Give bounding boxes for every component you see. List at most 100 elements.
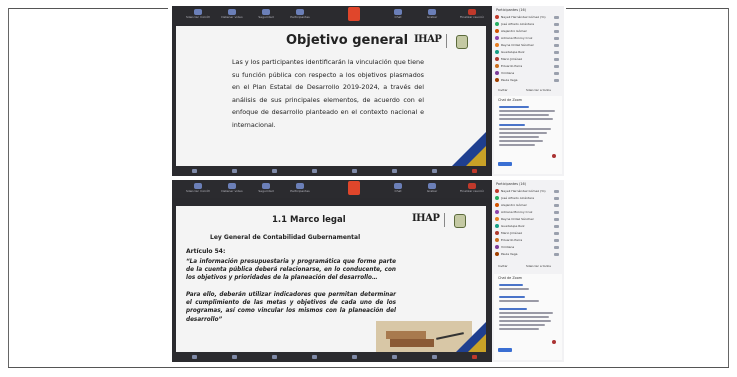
- participant-row[interactable]: Nayeli Hernández Gómez (Yo): [495, 189, 561, 194]
- avatar: [495, 217, 499, 221]
- avatar: [495, 245, 499, 249]
- record-button[interactable]: Grabar: [420, 183, 444, 193]
- chat-sender: [499, 308, 527, 310]
- chat-panel: Chat de Zoom: [494, 96, 562, 174]
- participant-row[interactable]: Reyna Ordaz Sánchez: [495, 43, 561, 48]
- mic-status-icon: [554, 72, 559, 75]
- chat-sender: [499, 124, 525, 126]
- state-crest-icon: [456, 35, 468, 49]
- participant-row[interactable]: Alejandro Gómez: [495, 203, 561, 208]
- chat-title: Chat de Zoom: [498, 276, 523, 280]
- bottom-icon: [232, 169, 237, 173]
- mic-status-icon: [554, 65, 559, 68]
- logo-divider: [444, 213, 445, 227]
- send-button[interactable]: [498, 162, 512, 166]
- bottom-icon: [192, 355, 197, 359]
- participant-row[interactable]: Mario Jiménez: [495, 57, 561, 62]
- video-button[interactable]: Detener video: [220, 9, 244, 19]
- participants-panel: Participantes (16) Nayeli Hernández Góme…: [492, 6, 564, 176]
- bottom-icon: [432, 355, 437, 359]
- participant-row[interactable]: Adriana Monroy Cruz: [495, 36, 561, 41]
- participant-row[interactable]: Reyna Ordaz Sánchez: [495, 217, 561, 222]
- slide-marco-legal: 1.1 Marco legal IHAP Ley General de Cont…: [176, 206, 486, 352]
- record-button[interactable]: Grabar: [420, 9, 444, 19]
- zoom-screenshot-2: Silenciar micrófono Detener video Seguri…: [172, 180, 564, 362]
- bottom-icon: [192, 169, 197, 173]
- emoji-icon[interactable]: [552, 154, 556, 158]
- bottom-icon: [392, 355, 397, 359]
- bottom-icon: [352, 355, 357, 359]
- participants-button[interactable]: Participantes: [288, 183, 312, 193]
- mute-button[interactable]: Silenciar micrófono: [186, 9, 210, 19]
- mic-status-icon: [554, 190, 559, 193]
- share-screen-button[interactable]: [348, 181, 360, 195]
- invite-button[interactable]: Invitar: [498, 88, 508, 92]
- corner-stripe-gold: [466, 146, 486, 166]
- slide-title: Objetivo general: [286, 33, 409, 48]
- chat-message-line: [499, 328, 539, 330]
- participant-row[interactable]: Paula Vega: [495, 78, 561, 83]
- ihap-logo-text: IHAP: [414, 34, 442, 45]
- mic-status-icon: [554, 218, 559, 221]
- mic-status-icon: [554, 225, 559, 228]
- chat-message-line: [499, 316, 549, 318]
- mute-button[interactable]: Silenciar micrófono: [186, 183, 210, 193]
- chat-panel: Chat de Zoom: [494, 274, 562, 360]
- participant-row[interactable]: José Alfredo Alcántara: [495, 196, 561, 201]
- share-screen-button[interactable]: [348, 7, 360, 21]
- avatar: [495, 29, 499, 33]
- slide-subtitle: Ley General de Contabilidad Gubernamenta…: [210, 234, 361, 241]
- security-button[interactable]: Seguridad: [254, 9, 278, 19]
- chat-button[interactable]: Chat: [386, 9, 410, 19]
- mic-status-icon: [554, 239, 559, 242]
- emoji-icon[interactable]: [552, 340, 556, 344]
- participant-row[interactable]: Viridiana: [495, 71, 561, 76]
- quote-paragraph-1: “La información presupuestaria y program…: [186, 259, 396, 282]
- chat-sender: [499, 106, 529, 108]
- chat-sender: [499, 284, 523, 286]
- participant-row[interactable]: Guadalupe Ruiz: [495, 224, 561, 229]
- send-button[interactable]: [498, 348, 512, 352]
- chat-message-line: [499, 140, 543, 142]
- bottom-icon: [472, 355, 477, 359]
- participant-row[interactable]: Alejandro Gómez: [495, 29, 561, 34]
- mic-status-icon: [554, 246, 559, 249]
- end-meeting-button[interactable]: Finalizar reunión: [460, 9, 484, 19]
- participants-button[interactable]: Participantes: [288, 9, 312, 19]
- bottom-icon: [272, 355, 277, 359]
- participant-row[interactable]: Viridiana: [495, 245, 561, 250]
- video-button[interactable]: Detener video: [220, 183, 244, 193]
- participant-row[interactable]: Nayeli Hernández Gómez (Yo): [495, 15, 561, 20]
- bottom-icon: [432, 169, 437, 173]
- mute-all-button[interactable]: Silenciar a todos: [526, 88, 551, 92]
- mute-all-button[interactable]: Silenciar a todos: [526, 264, 551, 268]
- participant-row[interactable]: Eduardo Parra: [495, 64, 561, 69]
- logo-divider: [446, 34, 447, 48]
- mic-status-icon: [554, 51, 559, 54]
- zoom-screenshot-1: Silenciar micrófono Detener video Seguri…: [172, 6, 564, 176]
- participant-row[interactable]: José Alfredo Alcántara: [495, 22, 561, 27]
- mic-status-icon: [554, 30, 559, 33]
- participant-row[interactable]: Mario Jiménez: [495, 231, 561, 236]
- participants-title: Participantes (16): [496, 182, 527, 186]
- security-button[interactable]: Seguridad: [254, 183, 278, 193]
- mic-status-icon: [554, 197, 559, 200]
- avatar: [495, 189, 499, 193]
- end-meeting-button[interactable]: Finalizar reunión: [460, 183, 484, 193]
- chat-message-line: [499, 312, 553, 314]
- chat-message-line: [499, 300, 539, 302]
- chat-message-line: [499, 114, 549, 116]
- avatar: [495, 22, 499, 26]
- avatar: [495, 203, 499, 207]
- chat-message-line: [499, 320, 551, 322]
- avatar: [495, 50, 499, 54]
- invite-button[interactable]: Invitar: [498, 264, 508, 268]
- participant-row[interactable]: Adriana Monroy Cruz: [495, 210, 561, 215]
- bottom-icon: [312, 355, 317, 359]
- top-rule-right: [566, 8, 728, 9]
- participant-row[interactable]: Guadalupe Ruiz: [495, 50, 561, 55]
- participant-row[interactable]: Eduardo Parra: [495, 238, 561, 243]
- chat-button[interactable]: Chat: [386, 183, 410, 193]
- participant-row[interactable]: Paula Vega: [495, 252, 561, 257]
- top-rule-left: [8, 8, 168, 9]
